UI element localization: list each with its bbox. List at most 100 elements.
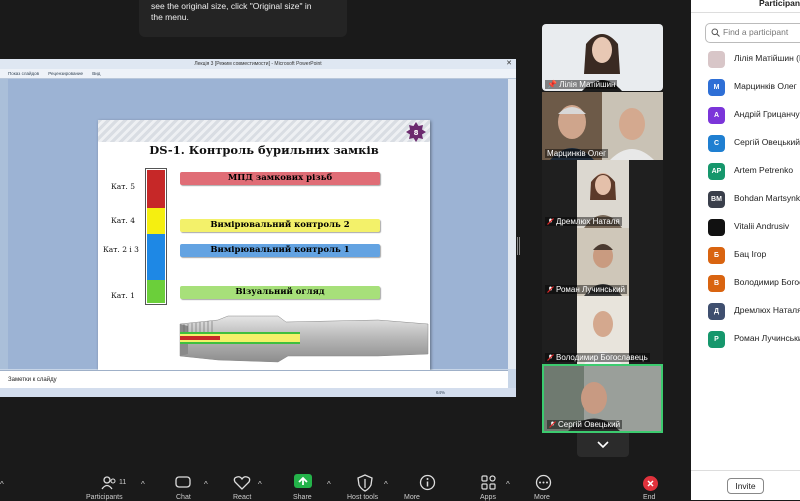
chat-icon[interactable] bbox=[175, 476, 191, 490]
participant-avatar: В bbox=[708, 275, 725, 292]
ppt-slide-canvas: DS-1. Контроль бурильних замків 8 Кат. 5… bbox=[8, 79, 508, 370]
bar-visual: Візуальний огляд bbox=[180, 286, 380, 299]
participant-avatar: М bbox=[708, 79, 725, 96]
participant-name: Лілія Матійшин (Host) bbox=[734, 53, 800, 63]
slide-number-badge: 8 bbox=[406, 122, 426, 142]
video-tile-4[interactable]: Роман Лучинський bbox=[542, 228, 663, 296]
category-label-2-3: Кат. 2 і 3 bbox=[103, 245, 139, 254]
share-arrow-icon bbox=[298, 476, 308, 485]
apps-caret-icon[interactable]: ^ bbox=[506, 480, 510, 489]
participant-row[interactable]: С Сергій Овецький bbox=[691, 130, 800, 158]
slide: DS-1. Контроль бурильних замків 8 Кат. 5… bbox=[98, 120, 430, 370]
slide-title: DS-1. Контроль бурильних замків bbox=[149, 143, 379, 157]
ppt-tab-review: Рецензирование bbox=[48, 71, 83, 76]
shared-screen-powerpoint: Лекція 3 [Режим совместимости] - Microso… bbox=[0, 59, 516, 397]
tile-name-6: Сергій Овецький bbox=[547, 420, 623, 429]
apps-icon[interactable] bbox=[480, 474, 497, 491]
host-tools-caret-icon[interactable]: ^ bbox=[384, 480, 388, 489]
slide-header-band bbox=[98, 120, 430, 142]
column-segment-blue bbox=[147, 234, 165, 280]
ppt-title-bar: Лекція 3 [Режим совместимости] - Microso… bbox=[0, 59, 516, 69]
participants-icon[interactable] bbox=[101, 476, 117, 490]
participant-avatar: BM bbox=[708, 191, 725, 208]
participant-name: Андрій Грицанчук bbox=[734, 109, 800, 119]
panel-divider bbox=[691, 12, 800, 13]
view-size-tooltip: see the original size, click "Original s… bbox=[139, 0, 347, 37]
ppt-vertical-scrollbar bbox=[508, 79, 516, 369]
close-icon bbox=[647, 480, 654, 487]
category-label-1: Кат. 1 bbox=[111, 291, 135, 300]
react-caret-icon[interactable]: ^ bbox=[258, 480, 262, 489]
participant-avatar bbox=[708, 219, 725, 236]
meeting-toolbar: ^ 11 ^ Participants ^ Chat ^ React ^ Sha… bbox=[0, 466, 691, 501]
participant-avatar: А bbox=[708, 107, 725, 124]
ppt-notes-pane: Заметки к слайду bbox=[0, 370, 508, 388]
invite-button[interactable]: Invite bbox=[727, 478, 764, 494]
video-tile-3[interactable]: Дремлюх Наталя bbox=[542, 160, 663, 228]
participant-avatar: С bbox=[708, 135, 725, 152]
share-screen-button[interactable] bbox=[294, 474, 312, 488]
participant-avatar: AP bbox=[708, 163, 725, 180]
tooltip-line-2: the menu. bbox=[151, 12, 189, 22]
participant-name: Марцинків Олег bbox=[734, 81, 797, 91]
ppt-close-icon: ✕ bbox=[506, 60, 512, 67]
participant-row[interactable]: Vitalii Andrusiv bbox=[691, 214, 800, 242]
shield-icon[interactable] bbox=[357, 474, 373, 492]
mic-muted-icon bbox=[547, 354, 554, 361]
search-icon bbox=[711, 28, 720, 37]
find-participant-placeholder: Find a participant bbox=[723, 27, 789, 37]
participants-panel: Participants Find a participant Лілія Ма… bbox=[691, 0, 800, 500]
info-icon[interactable] bbox=[419, 474, 436, 491]
more-dots-icon[interactable] bbox=[535, 474, 552, 491]
bar-measure-2: Вимірювальний контроль 2 bbox=[180, 219, 380, 232]
chevron-down-icon bbox=[597, 441, 609, 449]
splitter-handle[interactable] bbox=[517, 237, 520, 255]
video-tile-5[interactable]: Володимир Богославець bbox=[542, 296, 663, 364]
mic-muted-icon bbox=[547, 218, 554, 225]
participant-row[interactable]: М Марцинків Олег bbox=[691, 74, 800, 102]
participant-name: Дремлюх Наталя bbox=[734, 305, 800, 315]
participant-row[interactable]: BM Bohdan Martsynkiv bbox=[691, 186, 800, 214]
column-segment-green bbox=[147, 280, 165, 303]
bar-mpd: МПД замкових різьб bbox=[180, 172, 380, 185]
tile-name-2: Марцинків Олег bbox=[545, 149, 609, 158]
participant-name: Володимир Богославець bbox=[734, 277, 800, 287]
participant-row[interactable]: Лілія Матійшин (Host) bbox=[691, 46, 800, 74]
participant-row[interactable]: Р Роман Лучинський bbox=[691, 326, 800, 354]
gallery-scroll-down-button[interactable] bbox=[577, 433, 629, 457]
tooltip-line-1: see the original size, click "Original s… bbox=[151, 1, 312, 11]
tile-name-5: Володимир Богославець bbox=[545, 353, 650, 362]
share-caret-icon[interactable]: ^ bbox=[327, 480, 331, 489]
participant-row[interactable]: Б Бац Ігор bbox=[691, 242, 800, 270]
ppt-status-bar: 64% bbox=[0, 388, 516, 397]
column-segment-red bbox=[147, 170, 165, 208]
video-tile-1[interactable]: 📌 Лілія Матійшин bbox=[542, 24, 663, 91]
participants-list: Лілія Матійшин (Host) М Марцинків Олег АА… bbox=[691, 46, 800, 354]
participant-row[interactable]: А Андрій Грицанчук bbox=[691, 102, 800, 130]
ppt-ribbon: Показ слайдов Рецензирование Вид bbox=[0, 69, 516, 79]
video-tile-6-active-speaker[interactable]: Сергій Овецький bbox=[542, 364, 663, 433]
participant-name: Роман Лучинський bbox=[734, 333, 800, 343]
tile-name-1: 📌 Лілія Матійшин bbox=[545, 80, 618, 89]
panel-title: Participants bbox=[759, 0, 800, 8]
participant-row[interactable]: AP Artem Petrenko bbox=[691, 158, 800, 186]
chat-caret-icon[interactable]: ^ bbox=[204, 480, 208, 489]
participant-name: Artem Petrenko bbox=[734, 165, 794, 175]
participant-avatar: Р bbox=[708, 331, 725, 348]
participants-caret-icon[interactable]: ^ bbox=[141, 480, 145, 489]
end-meeting-button[interactable] bbox=[643, 476, 658, 491]
participant-name: Сергій Овецький bbox=[734, 137, 800, 147]
participant-row[interactable]: В Володимир Богославець bbox=[691, 270, 800, 298]
participant-row[interactable]: Д Дремлюх Наталя bbox=[691, 298, 800, 326]
participant-avatar: Б bbox=[708, 247, 725, 264]
mic-muted-icon bbox=[549, 421, 556, 428]
video-tile-2[interactable]: Марцинків Олег bbox=[542, 92, 663, 160]
participant-name: Vitalii Andrusiv bbox=[734, 221, 790, 231]
panel-footer-divider bbox=[691, 470, 800, 471]
toolbar-caret-left-icon[interactable]: ^ bbox=[0, 480, 4, 489]
category-column bbox=[145, 168, 167, 305]
react-heart-icon[interactable] bbox=[233, 475, 251, 491]
participant-avatar bbox=[708, 51, 725, 68]
category-label-5: Кат. 5 bbox=[111, 182, 135, 191]
participant-name: Бац Ігор bbox=[734, 249, 767, 259]
